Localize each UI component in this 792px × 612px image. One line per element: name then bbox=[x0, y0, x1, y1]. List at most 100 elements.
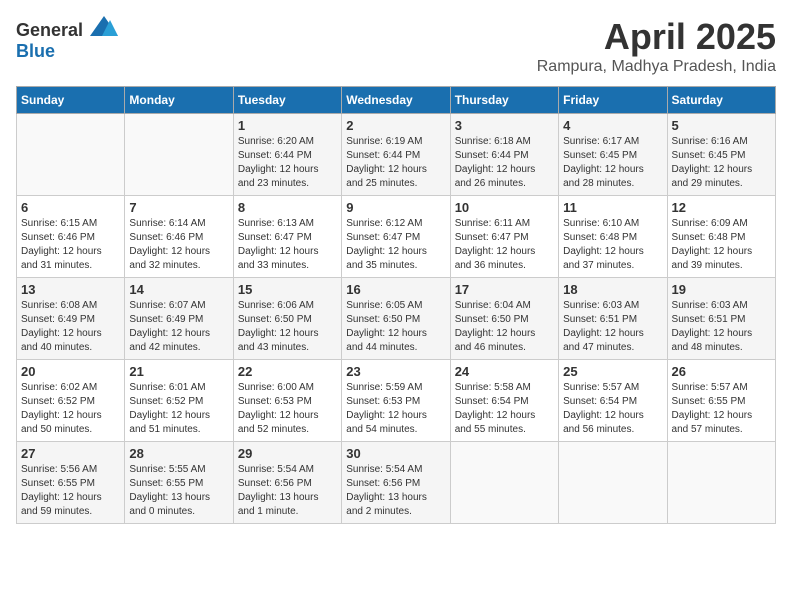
calendar-cell: 30 Sunrise: 5:54 AM Sunset: 6:56 PM Dayli… bbox=[342, 442, 450, 524]
calendar-cell: 1 Sunrise: 6:20 AM Sunset: 6:44 PM Daylig… bbox=[233, 114, 341, 196]
calendar-cell: 16Sunrise: 6:05 AM Sunset: 6:50 PM Dayli… bbox=[342, 278, 450, 360]
calendar-cell: 17 Sunrise: 6:04 AM Sunset: 6:50 PM Dayli… bbox=[450, 278, 558, 360]
calendar-cell bbox=[559, 442, 667, 524]
day-info: Sunrise: 6:18 AM Sunset: 6:44 PM Dayligh… bbox=[455, 135, 554, 191]
day-number: 15 bbox=[238, 282, 337, 297]
day-info: Sunrise: 6:19 AM Sunset: 6:44 PM Dayligh… bbox=[346, 135, 445, 191]
day-info: Sunrise: 5:59 AM Sunset: 6:53 PM Dayligh… bbox=[346, 381, 445, 437]
day-number: 3 bbox=[455, 118, 554, 133]
day-number: 25 bbox=[563, 364, 662, 379]
day-number: 9 bbox=[346, 200, 445, 215]
logo-general: General bbox=[16, 20, 83, 40]
calendar-week-2: 6Sunrise: 6:15 AM Sunset: 6:46 PM Daylig… bbox=[17, 196, 776, 278]
day-info: Sunrise: 6:04 AM Sunset: 6:50 PM Dayligh… bbox=[455, 299, 554, 355]
calendar-cell bbox=[17, 114, 125, 196]
day-info: Sunrise: 6:07 AM Sunset: 6:49 PM Dayligh… bbox=[129, 299, 228, 355]
logo-icon bbox=[90, 16, 118, 36]
day-info: Sunrise: 6:16 AM Sunset: 6:45 PM Dayligh… bbox=[672, 135, 771, 191]
day-info: Sunrise: 6:00 AM Sunset: 6:53 PM Dayligh… bbox=[238, 381, 337, 437]
day-number: 4 bbox=[563, 118, 662, 133]
day-info: Sunrise: 6:12 AM Sunset: 6:47 PM Dayligh… bbox=[346, 217, 445, 273]
header-monday: Monday bbox=[125, 87, 233, 114]
header-tuesday: Tuesday bbox=[233, 87, 341, 114]
calendar-cell: 27Sunrise: 5:56 AM Sunset: 6:55 PM Dayli… bbox=[17, 442, 125, 524]
day-info: Sunrise: 5:54 AM Sunset: 6:56 PM Dayligh… bbox=[346, 463, 445, 519]
day-info: Sunrise: 6:20 AM Sunset: 6:44 PM Dayligh… bbox=[238, 135, 337, 191]
calendar-week-4: 20Sunrise: 6:02 AM Sunset: 6:52 PM Dayli… bbox=[17, 360, 776, 442]
calendar-cell: 13 Sunrise: 6:08 AM Sunset: 6:49 PM Dayli… bbox=[17, 278, 125, 360]
day-info: Sunrise: 6:01 AM Sunset: 6:52 PM Dayligh… bbox=[129, 381, 228, 437]
title-area: April 2025 Rampura, Madhya Pradesh, Indi… bbox=[537, 16, 776, 76]
calendar-body: 1 Sunrise: 6:20 AM Sunset: 6:44 PM Daylig… bbox=[17, 114, 776, 524]
day-info: Sunrise: 5:55 AM Sunset: 6:55 PM Dayligh… bbox=[129, 463, 228, 519]
day-number: 22 bbox=[238, 364, 337, 379]
day-info: Sunrise: 6:11 AM Sunset: 6:47 PM Dayligh… bbox=[455, 217, 554, 273]
calendar-cell: 7Sunrise: 6:14 AM Sunset: 6:46 PM Daylig… bbox=[125, 196, 233, 278]
day-number: 13 bbox=[21, 282, 120, 297]
calendar-cell: 14 Sunrise: 6:07 AM Sunset: 6:49 PM Dayli… bbox=[125, 278, 233, 360]
calendar-cell: 3 Sunrise: 6:18 AM Sunset: 6:44 PM Daylig… bbox=[450, 114, 558, 196]
day-number: 14 bbox=[129, 282, 228, 297]
logo: General Blue bbox=[16, 16, 118, 62]
calendar-cell: 21 Sunrise: 6:01 AM Sunset: 6:52 PM Dayli… bbox=[125, 360, 233, 442]
header-sunday: Sunday bbox=[17, 87, 125, 114]
logo-blue: Blue bbox=[16, 41, 55, 61]
day-info: Sunrise: 6:15 AM Sunset: 6:46 PM Dayligh… bbox=[21, 217, 120, 273]
day-number: 1 bbox=[238, 118, 337, 133]
calendar-cell: 18 Sunrise: 6:03 AM Sunset: 6:51 PM Dayli… bbox=[559, 278, 667, 360]
day-info: Sunrise: 5:57 AM Sunset: 6:54 PM Dayligh… bbox=[563, 381, 662, 437]
day-number: 10 bbox=[455, 200, 554, 215]
calendar-cell: 2Sunrise: 6:19 AM Sunset: 6:44 PM Daylig… bbox=[342, 114, 450, 196]
calendar-cell: 5Sunrise: 6:16 AM Sunset: 6:45 PM Daylig… bbox=[667, 114, 775, 196]
day-number: 8 bbox=[238, 200, 337, 215]
calendar-cell: 15 Sunrise: 6:06 AM Sunset: 6:50 PM Dayli… bbox=[233, 278, 341, 360]
calendar-cell: 10 Sunrise: 6:11 AM Sunset: 6:47 PM Dayli… bbox=[450, 196, 558, 278]
calendar-week-3: 13 Sunrise: 6:08 AM Sunset: 6:49 PM Dayli… bbox=[17, 278, 776, 360]
day-info: Sunrise: 6:03 AM Sunset: 6:51 PM Dayligh… bbox=[563, 299, 662, 355]
day-info: Sunrise: 5:54 AM Sunset: 6:56 PM Dayligh… bbox=[238, 463, 337, 519]
calendar-cell: 29 Sunrise: 5:54 AM Sunset: 6:56 PM Dayli… bbox=[233, 442, 341, 524]
day-number: 19 bbox=[672, 282, 771, 297]
calendar-cell: 6Sunrise: 6:15 AM Sunset: 6:46 PM Daylig… bbox=[17, 196, 125, 278]
calendar-cell: 12Sunrise: 6:09 AM Sunset: 6:48 PM Dayli… bbox=[667, 196, 775, 278]
day-number: 26 bbox=[672, 364, 771, 379]
calendar-cell bbox=[125, 114, 233, 196]
day-info: Sunrise: 5:57 AM Sunset: 6:55 PM Dayligh… bbox=[672, 381, 771, 437]
day-number: 20 bbox=[21, 364, 120, 379]
day-info: Sunrise: 5:58 AM Sunset: 6:54 PM Dayligh… bbox=[455, 381, 554, 437]
day-info: Sunrise: 6:17 AM Sunset: 6:45 PM Dayligh… bbox=[563, 135, 662, 191]
day-number: 12 bbox=[672, 200, 771, 215]
day-number: 29 bbox=[238, 446, 337, 461]
page-header: General Blue April 2025 Rampura, Madhya … bbox=[16, 16, 776, 76]
day-number: 17 bbox=[455, 282, 554, 297]
calendar-cell: 9 Sunrise: 6:12 AM Sunset: 6:47 PM Daylig… bbox=[342, 196, 450, 278]
calendar-cell: 23 Sunrise: 5:59 AM Sunset: 6:53 PM Dayli… bbox=[342, 360, 450, 442]
day-info: Sunrise: 5:56 AM Sunset: 6:55 PM Dayligh… bbox=[21, 463, 120, 519]
day-number: 16 bbox=[346, 282, 445, 297]
day-number: 18 bbox=[563, 282, 662, 297]
day-info: Sunrise: 6:13 AM Sunset: 6:47 PM Dayligh… bbox=[238, 217, 337, 273]
calendar-cell: 11 Sunrise: 6:10 AM Sunset: 6:48 PM Dayli… bbox=[559, 196, 667, 278]
calendar-cell: 24 Sunrise: 5:58 AM Sunset: 6:54 PM Dayli… bbox=[450, 360, 558, 442]
calendar-cell: 25 Sunrise: 5:57 AM Sunset: 6:54 PM Dayli… bbox=[559, 360, 667, 442]
calendar-title: April 2025 bbox=[537, 16, 776, 58]
day-info: Sunrise: 6:10 AM Sunset: 6:48 PM Dayligh… bbox=[563, 217, 662, 273]
day-info: Sunrise: 6:08 AM Sunset: 6:49 PM Dayligh… bbox=[21, 299, 120, 355]
day-number: 11 bbox=[563, 200, 662, 215]
calendar-cell: 8 Sunrise: 6:13 AM Sunset: 6:47 PM Daylig… bbox=[233, 196, 341, 278]
day-info: Sunrise: 6:03 AM Sunset: 6:51 PM Dayligh… bbox=[672, 299, 771, 355]
day-number: 23 bbox=[346, 364, 445, 379]
calendar-cell: 4 Sunrise: 6:17 AM Sunset: 6:45 PM Daylig… bbox=[559, 114, 667, 196]
calendar-cell: 19 Sunrise: 6:03 AM Sunset: 6:51 PM Dayli… bbox=[667, 278, 775, 360]
calendar-header-row: SundayMondayTuesdayWednesdayThursdayFrid… bbox=[17, 87, 776, 114]
calendar-subtitle: Rampura, Madhya Pradesh, India bbox=[537, 58, 776, 76]
calendar-week-1: 1 Sunrise: 6:20 AM Sunset: 6:44 PM Daylig… bbox=[17, 114, 776, 196]
day-number: 7 bbox=[129, 200, 228, 215]
day-number: 21 bbox=[129, 364, 228, 379]
day-number: 24 bbox=[455, 364, 554, 379]
day-info: Sunrise: 6:06 AM Sunset: 6:50 PM Dayligh… bbox=[238, 299, 337, 355]
header-wednesday: Wednesday bbox=[342, 87, 450, 114]
calendar-cell: 22 Sunrise: 6:00 AM Sunset: 6:53 PM Dayli… bbox=[233, 360, 341, 442]
calendar-table: SundayMondayTuesdayWednesdayThursdayFrid… bbox=[16, 86, 776, 524]
day-number: 30 bbox=[346, 446, 445, 461]
